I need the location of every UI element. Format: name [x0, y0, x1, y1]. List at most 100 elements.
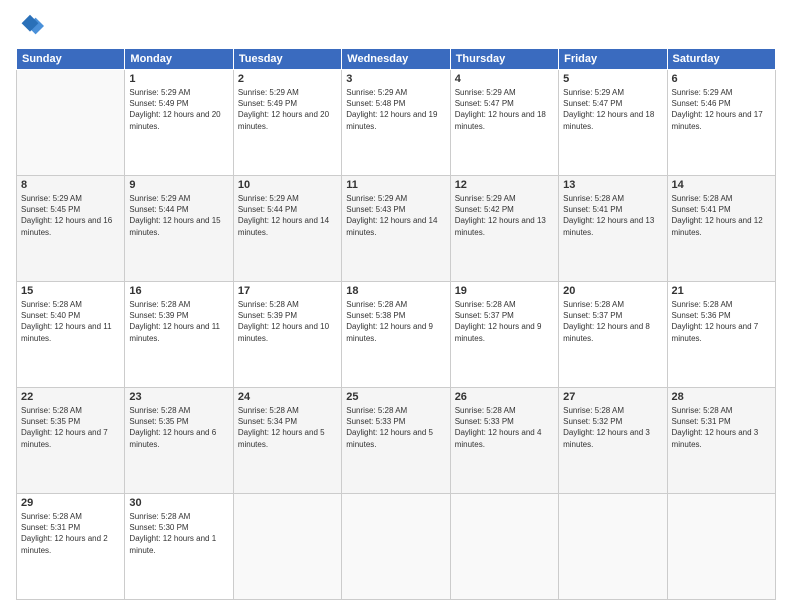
day-number: 20: [563, 285, 662, 297]
day-info: Sunrise: 5:28 AMSunset: 5:37 PMDaylight:…: [455, 299, 554, 344]
day-number: 22: [21, 391, 120, 403]
day-number: 21: [672, 285, 771, 297]
day-number: 15: [21, 285, 120, 297]
calendar-cell: 16 Sunrise: 5:28 AMSunset: 5:39 PMDayligh…: [125, 282, 233, 388]
logo: [16, 12, 48, 40]
day-number: 24: [238, 391, 337, 403]
day-info: Sunrise: 5:28 AMSunset: 5:31 PMDaylight:…: [21, 511, 120, 556]
day-info: Sunrise: 5:28 AMSunset: 5:39 PMDaylight:…: [129, 299, 228, 344]
day-number: 30: [129, 497, 228, 509]
calendar-cell: 25 Sunrise: 5:28 AMSunset: 5:33 PMDayligh…: [342, 388, 450, 494]
day-number: 2: [238, 73, 337, 85]
calendar-cell: 26 Sunrise: 5:28 AMSunset: 5:33 PMDayligh…: [450, 388, 558, 494]
day-number: 4: [455, 73, 554, 85]
calendar-cell: 14 Sunrise: 5:28 AMSunset: 5:41 PMDayligh…: [667, 176, 775, 282]
calendar-cell: 1 Sunrise: 5:29 AMSunset: 5:49 PMDaylight…: [125, 70, 233, 176]
calendar-cell: 2 Sunrise: 5:29 AMSunset: 5:49 PMDaylight…: [233, 70, 341, 176]
day-info: Sunrise: 5:29 AMSunset: 5:45 PMDaylight:…: [21, 193, 120, 238]
header: [16, 12, 776, 40]
day-info: Sunrise: 5:28 AMSunset: 5:34 PMDaylight:…: [238, 405, 337, 450]
page: SundayMondayTuesdayWednesdayThursdayFrid…: [0, 0, 792, 612]
day-info: Sunrise: 5:28 AMSunset: 5:35 PMDaylight:…: [21, 405, 120, 450]
day-number: 17: [238, 285, 337, 297]
week-row-0: 1 Sunrise: 5:29 AMSunset: 5:49 PMDaylight…: [17, 70, 776, 176]
calendar-cell: 6 Sunrise: 5:29 AMSunset: 5:46 PMDaylight…: [667, 70, 775, 176]
calendar-cell: 11 Sunrise: 5:29 AMSunset: 5:43 PMDayligh…: [342, 176, 450, 282]
week-row-3: 22 Sunrise: 5:28 AMSunset: 5:35 PMDayligh…: [17, 388, 776, 494]
day-info: Sunrise: 5:28 AMSunset: 5:41 PMDaylight:…: [672, 193, 771, 238]
day-info: Sunrise: 5:28 AMSunset: 5:41 PMDaylight:…: [563, 193, 662, 238]
day-number: 19: [455, 285, 554, 297]
day-info: Sunrise: 5:29 AMSunset: 5:44 PMDaylight:…: [129, 193, 228, 238]
calendar-cell: [342, 494, 450, 600]
day-info: Sunrise: 5:28 AMSunset: 5:33 PMDaylight:…: [455, 405, 554, 450]
day-info: Sunrise: 5:28 AMSunset: 5:36 PMDaylight:…: [672, 299, 771, 344]
day-number: 1: [129, 73, 228, 85]
weekday-thursday: Thursday: [450, 49, 558, 70]
calendar-cell: 29 Sunrise: 5:28 AMSunset: 5:31 PMDayligh…: [17, 494, 125, 600]
calendar-cell: 15Sunrise: 5:28 AMSunset: 5:40 PMDayligh…: [17, 282, 125, 388]
weekday-saturday: Saturday: [667, 49, 775, 70]
day-number: 25: [346, 391, 445, 403]
calendar-cell: 24 Sunrise: 5:28 AMSunset: 5:34 PMDayligh…: [233, 388, 341, 494]
calendar-cell: 23 Sunrise: 5:28 AMSunset: 5:35 PMDayligh…: [125, 388, 233, 494]
day-info: Sunrise: 5:29 AMSunset: 5:47 PMDaylight:…: [563, 87, 662, 132]
day-number: 26: [455, 391, 554, 403]
week-row-2: 15Sunrise: 5:28 AMSunset: 5:40 PMDayligh…: [17, 282, 776, 388]
calendar-cell: 20Sunrise: 5:28 AMSunset: 5:37 PMDayligh…: [559, 282, 667, 388]
calendar-cell: 19 Sunrise: 5:28 AMSunset: 5:37 PMDayligh…: [450, 282, 558, 388]
weekday-header-row: SundayMondayTuesdayWednesdayThursdayFrid…: [17, 49, 776, 70]
calendar-cell: [17, 70, 125, 176]
day-number: 18: [346, 285, 445, 297]
calendar-cell: 8Sunrise: 5:29 AMSunset: 5:45 PMDaylight…: [17, 176, 125, 282]
calendar-cell: 30 Sunrise: 5:28 AMSunset: 5:30 PMDayligh…: [125, 494, 233, 600]
day-info: Sunrise: 5:29 AMSunset: 5:46 PMDaylight:…: [672, 87, 771, 132]
weekday-tuesday: Tuesday: [233, 49, 341, 70]
day-number: 13: [563, 179, 662, 191]
day-info: Sunrise: 5:28 AMSunset: 5:39 PMDaylight:…: [238, 299, 337, 344]
day-info: Sunrise: 5:29 AMSunset: 5:49 PMDaylight:…: [129, 87, 228, 132]
calendar-cell: 13 Sunrise: 5:28 AMSunset: 5:41 PMDayligh…: [559, 176, 667, 282]
day-info: Sunrise: 5:29 AMSunset: 5:49 PMDaylight:…: [238, 87, 337, 132]
day-number: 11: [346, 179, 445, 191]
calendar-cell: 3Sunrise: 5:29 AMSunset: 5:48 PMDaylight…: [342, 70, 450, 176]
day-info: Sunrise: 5:28 AMSunset: 5:30 PMDaylight:…: [129, 511, 228, 556]
weekday-wednesday: Wednesday: [342, 49, 450, 70]
day-number: 9: [129, 179, 228, 191]
day-info: Sunrise: 5:28 AMSunset: 5:38 PMDaylight:…: [346, 299, 445, 344]
weekday-sunday: Sunday: [17, 49, 125, 70]
week-row-4: 29 Sunrise: 5:28 AMSunset: 5:31 PMDayligh…: [17, 494, 776, 600]
day-info: Sunrise: 5:29 AMSunset: 5:42 PMDaylight:…: [455, 193, 554, 238]
calendar-cell: [450, 494, 558, 600]
day-number: 29: [21, 497, 120, 509]
calendar-table: SundayMondayTuesdayWednesdayThursdayFrid…: [16, 48, 776, 600]
day-number: 6: [672, 73, 771, 85]
day-info: Sunrise: 5:28 AMSunset: 5:35 PMDaylight:…: [129, 405, 228, 450]
day-info: Sunrise: 5:29 AMSunset: 5:43 PMDaylight:…: [346, 193, 445, 238]
calendar-body: 1 Sunrise: 5:29 AMSunset: 5:49 PMDaylight…: [17, 70, 776, 600]
day-number: 3: [346, 73, 445, 85]
calendar-cell: 28 Sunrise: 5:28 AMSunset: 5:31 PMDayligh…: [667, 388, 775, 494]
calendar-cell: 9 Sunrise: 5:29 AMSunset: 5:44 PMDaylight…: [125, 176, 233, 282]
calendar-cell: [667, 494, 775, 600]
week-row-1: 8Sunrise: 5:29 AMSunset: 5:45 PMDaylight…: [17, 176, 776, 282]
calendar-cell: 17 Sunrise: 5:28 AMSunset: 5:39 PMDayligh…: [233, 282, 341, 388]
calendar-cell: 21 Sunrise: 5:28 AMSunset: 5:36 PMDayligh…: [667, 282, 775, 388]
day-info: Sunrise: 5:28 AMSunset: 5:33 PMDaylight:…: [346, 405, 445, 450]
day-info: Sunrise: 5:28 AMSunset: 5:31 PMDaylight:…: [672, 405, 771, 450]
day-number: 5: [563, 73, 662, 85]
day-number: 23: [129, 391, 228, 403]
calendar-cell: 18 Sunrise: 5:28 AMSunset: 5:38 PMDayligh…: [342, 282, 450, 388]
day-number: 14: [672, 179, 771, 191]
day-info: Sunrise: 5:29 AMSunset: 5:47 PMDaylight:…: [455, 87, 554, 132]
day-number: 16: [129, 285, 228, 297]
calendar-cell: [559, 494, 667, 600]
calendar-cell: 5 Sunrise: 5:29 AMSunset: 5:47 PMDaylight…: [559, 70, 667, 176]
calendar-cell: [233, 494, 341, 600]
calendar-cell: 4 Sunrise: 5:29 AMSunset: 5:47 PMDaylight…: [450, 70, 558, 176]
weekday-monday: Monday: [125, 49, 233, 70]
calendar-cell: 22 Sunrise: 5:28 AMSunset: 5:35 PMDayligh…: [17, 388, 125, 494]
day-number: 28: [672, 391, 771, 403]
calendar-cell: 27Sunrise: 5:28 AMSunset: 5:32 PMDayligh…: [559, 388, 667, 494]
day-info: Sunrise: 5:29 AMSunset: 5:44 PMDaylight:…: [238, 193, 337, 238]
